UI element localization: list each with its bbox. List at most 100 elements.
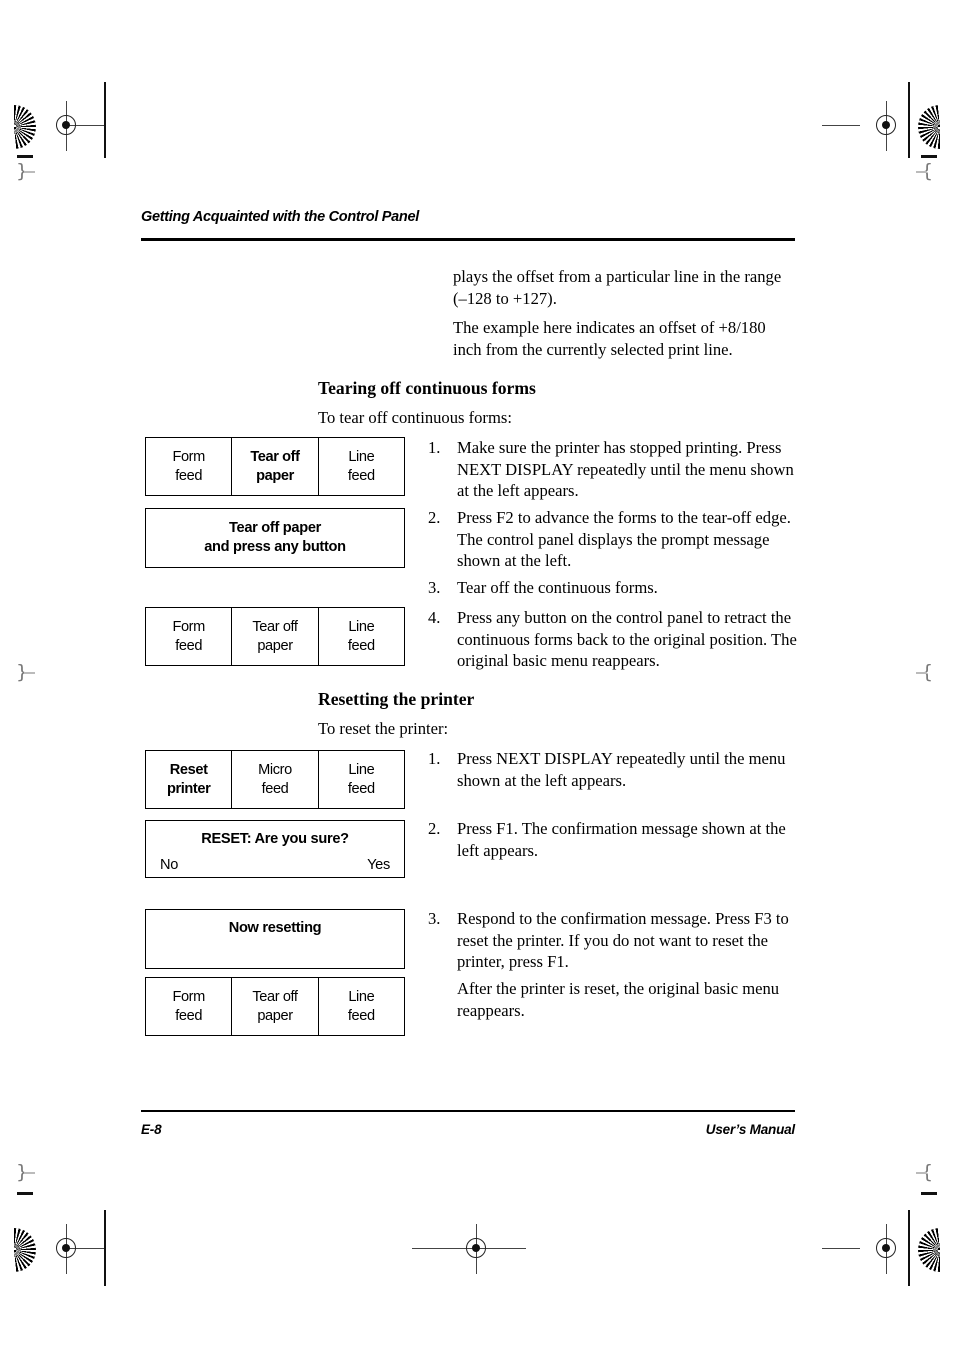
fold-tick-bottom-left: [24, 1172, 35, 1174]
lcd-prompt-line1: Tear off paper: [228, 520, 322, 536]
lcd-status-now-resetting: Now resetting: [145, 909, 405, 969]
lcd-confirm-options: No Yes: [160, 856, 390, 875]
lcd-cell-f1-line1: Form: [172, 449, 205, 466]
registration-mark-top-left: [40, 99, 104, 153]
lcd-cell-reset-after-f1-line2: feed: [175, 1007, 203, 1024]
lcd-prompt-tearoff: Tear off paper and press any button: [145, 508, 405, 568]
lcd-cell-reset-after-f2-line2: paper: [257, 1007, 293, 1024]
reset-lead-wrap: To reset the printer:: [318, 718, 798, 740]
lcd-cell-f2-after[interactable]: Tear off paper: [231, 608, 317, 665]
lcd-cell-reset-after-f1-line1: Form: [172, 989, 205, 1006]
footer-manual-label: User’s Manual: [705, 1122, 795, 1137]
fold-tick-top-left: [24, 171, 35, 173]
lcd-menu-reset[interactable]: Reset printer Micro feed Line feed: [145, 750, 405, 809]
lcd-cell-reset-f2[interactable]: Micro feed: [231, 751, 317, 808]
reset-step-2-text: Press F1. The confirmation message shown…: [457, 819, 786, 860]
fold-tick-top-right: [916, 171, 927, 173]
lcd-cell-f2-line1: Tear off: [250, 449, 300, 466]
lcd-cell-f3-line2: feed: [347, 467, 375, 484]
lcd-cell-reset-after-f2[interactable]: Tear off paper: [231, 978, 317, 1035]
lcd-cell-reset-f2-line2: feed: [261, 780, 289, 797]
color-bar-top-right: [918, 105, 940, 149]
reset-after-note-text: After the printer is reset, the original…: [457, 979, 780, 1020]
running-head: Getting Acquainted with the Control Pane…: [141, 209, 419, 225]
trim-dash-top-right: [921, 155, 937, 158]
trim-dash-top-left: [17, 155, 33, 158]
lcd-confirm-title: RESET: Are you sure?: [201, 831, 349, 847]
lcd-cell-f3-line1: Line: [348, 449, 375, 466]
color-bar-bottom-left: [14, 1228, 36, 1272]
lcd-confirm-option-yes[interactable]: Yes: [367, 856, 390, 875]
tearoff-heading: Tearing off continuous forms: [318, 378, 536, 398]
reset-heading: Resetting the printer: [318, 689, 475, 709]
tearoff-step-2: 2. Press F2 to advance the forms to the …: [428, 507, 800, 572]
lcd-menu-reset-after[interactable]: Form feed Tear off paper Line feed: [145, 977, 405, 1036]
intro-paragraph-2: The example here indicates an offset of …: [453, 318, 766, 359]
lcd-cell-f3-after-line1: Line: [348, 619, 375, 636]
lcd-cell-f1-after-line2: feed: [175, 637, 203, 654]
reset-step-1-text: Press NEXT DISPLAY repeatedly until the …: [457, 749, 786, 790]
tearoff-lead-wrap: To tear off continuous forms:: [318, 407, 798, 429]
tearoff-lead: To tear off continuous forms:: [318, 408, 512, 427]
registration-mark-bottom-left: [40, 1222, 104, 1276]
lcd-status-line1: Now resetting: [228, 920, 322, 936]
intro-paragraph-1-wrap: plays the offset from a particular line …: [453, 266, 798, 309]
reset-after-note: After the printer is reset, the original…: [428, 978, 800, 1021]
reset-step-1-number: 1.: [428, 749, 441, 768]
fold-tick-mid-left: [24, 672, 35, 674]
registration-mark-bottom-right: [822, 1222, 914, 1276]
lcd-prompt-line2: and press any button: [204, 539, 346, 555]
color-bar-bottom-right: [918, 1228, 940, 1272]
lcd-cell-f2-after-line1: Tear off: [252, 619, 298, 636]
trim-bar-top-left: [104, 82, 106, 158]
lcd-cell-reset-f3-line2: feed: [347, 780, 375, 797]
lcd-cell-f3[interactable]: Line feed: [317, 438, 404, 495]
lcd-cell-f2[interactable]: Tear off paper: [231, 438, 317, 495]
lcd-cell-reset-f1[interactable]: Reset printer: [146, 751, 231, 808]
trim-bar-bottom-left: [104, 1210, 106, 1286]
lcd-cell-reset-f1-line2: printer: [166, 780, 211, 797]
registration-mark-top-right: [822, 99, 914, 153]
lcd-confirm-option-no[interactable]: No: [160, 856, 178, 875]
lcd-cell-reset-after-f1[interactable]: Form feed: [146, 978, 231, 1035]
reset-step-2: 2. Press F1. The confirmation message sh…: [428, 818, 800, 861]
reset-step-3-text: Respond to the confirmation message. Pre…: [457, 909, 789, 972]
lcd-cell-reset-f1-line1: Reset: [169, 762, 208, 779]
registration-mark-bottom-center: [412, 1222, 526, 1276]
reset-step-3-number: 3.: [428, 909, 441, 928]
tearoff-step-3-text: Tear off the continuous forms.: [457, 578, 658, 597]
lcd-cell-reset-f3[interactable]: Line feed: [317, 751, 404, 808]
tearoff-step-4-number: 4.: [428, 608, 441, 627]
lcd-cell-f1[interactable]: Form feed: [146, 438, 231, 495]
lcd-cell-f3-after-line2: feed: [347, 637, 375, 654]
tearoff-step-3: 3. Tear off the continuous forms.: [428, 577, 800, 599]
lcd-menu-tearoff-after[interactable]: Form feed Tear off paper Line feed: [145, 607, 405, 666]
trim-dash-bottom-left: [17, 1192, 33, 1195]
lcd-cell-f1-after[interactable]: Form feed: [146, 608, 231, 665]
tearoff-step-1-text: Make sure the printer has stopped printi…: [457, 438, 794, 501]
lcd-cell-reset-after-f3[interactable]: Line feed: [317, 978, 404, 1035]
lcd-menu-tearoff-initial[interactable]: Form feed Tear off paper Line feed: [145, 437, 405, 496]
tearoff-step-4-text: Press any button on the control panel to…: [457, 608, 797, 671]
footer-rule: [141, 1110, 795, 1112]
fold-tick-bottom-right: [916, 1172, 927, 1174]
lcd-cell-f2-line2: paper: [256, 467, 294, 484]
tearoff-step-2-text: Press F2 to advance the forms to the tea…: [457, 508, 791, 571]
lcd-cell-reset-f3-line1: Line: [348, 762, 375, 779]
tearoff-step-4: 4. Press any button on the control panel…: [428, 607, 800, 672]
tearoff-heading-wrap: Tearing off continuous forms: [318, 377, 798, 399]
tearoff-step-1-number: 1.: [428, 438, 441, 457]
lcd-cell-f1-after-line1: Form: [172, 619, 205, 636]
lcd-cell-f3-after[interactable]: Line feed: [317, 608, 404, 665]
lcd-cell-f1-line2: feed: [175, 467, 203, 484]
reset-step-3: 3. Respond to the confirmation message. …: [428, 908, 800, 973]
lcd-confirm-reset[interactable]: RESET: Are you sure? No Yes: [145, 820, 405, 878]
reset-step-2-number: 2.: [428, 819, 441, 838]
trim-dash-bottom-right: [921, 1192, 937, 1195]
fold-tick-mid-right: [916, 672, 927, 674]
reset-lead: To reset the printer:: [318, 719, 449, 738]
tearoff-step-1: 1. Make sure the printer has stopped pri…: [428, 437, 800, 502]
reset-step-1: 1. Press NEXT DISPLAY repeatedly until t…: [428, 748, 800, 791]
header-rule: [141, 238, 795, 242]
lcd-cell-reset-after-f3-line1: Line: [348, 989, 375, 1006]
